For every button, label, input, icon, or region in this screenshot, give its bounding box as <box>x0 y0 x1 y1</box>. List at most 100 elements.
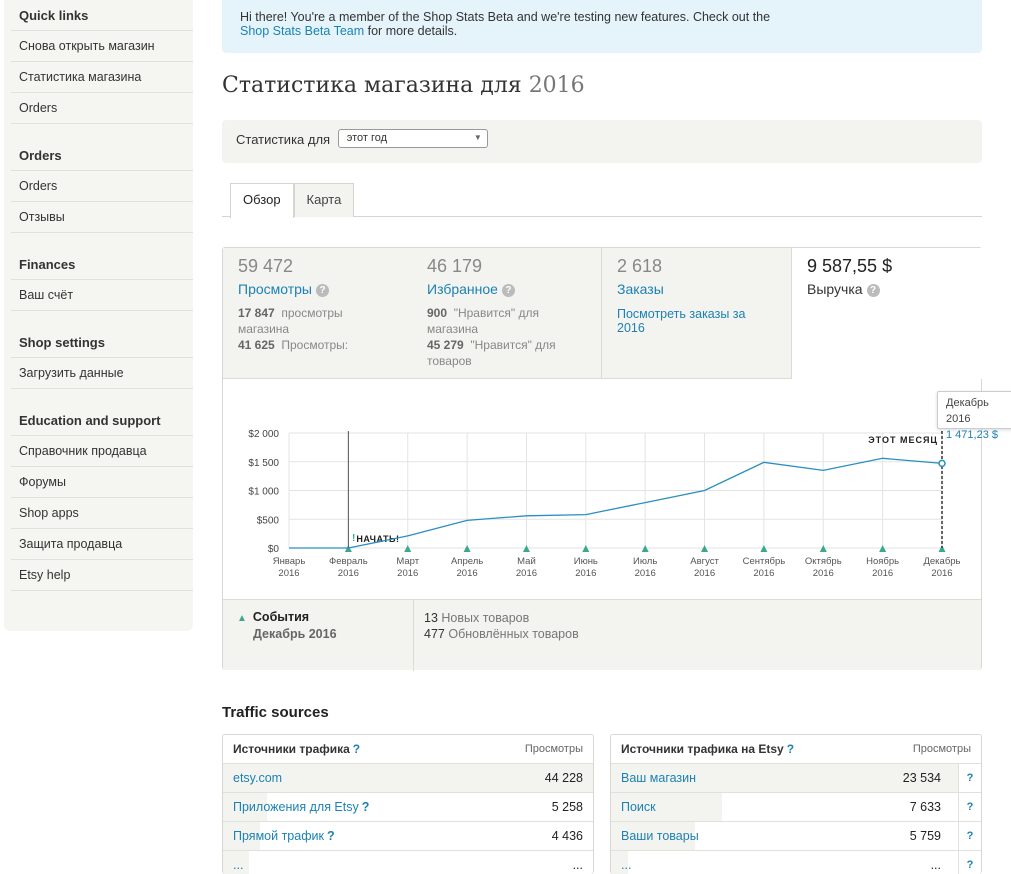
tooltip-label: Декабрь 2016 <box>946 397 989 425</box>
x-tick-year: 2016 <box>457 568 478 579</box>
x-tick-label: Январь <box>273 556 306 567</box>
sidebar-section-title: Quick links <box>11 0 193 31</box>
updated-listings-text: Обновлённых товаров <box>448 627 579 641</box>
shop-views-count: 17 847 <box>238 306 275 320</box>
main-content: Hi there! You're a member of the Shop St… <box>222 0 982 874</box>
x-tick-year: 2016 <box>397 568 418 579</box>
period-select-value: этот год <box>346 132 388 145</box>
table-header-title: Источники трафика <box>233 742 350 756</box>
table-row[interactable]: Поиск 7 633? <box>611 793 981 822</box>
sidebar-section-title: Education and support <box>11 405 193 436</box>
x-tick-year: 2016 <box>575 568 596 579</box>
row-name[interactable]: Ваш магазин <box>621 771 696 785</box>
help-icon[interactable]: ? <box>958 822 981 850</box>
new-listings-count: 13 <box>424 611 438 625</box>
row-value: 7 633 <box>909 800 941 814</box>
row-name[interactable]: ... <box>621 858 631 872</box>
revenue-chart[interactable]: $0$500$1 000$1 500$2 000Январь2016Феврал… <box>223 388 981 598</box>
help-icon[interactable]: ? <box>327 829 335 843</box>
item-favorites-count: 45 279 <box>427 338 464 352</box>
x-tick-label: Май <box>517 556 536 567</box>
banner-text-after: for more details. <box>364 24 458 38</box>
period-select[interactable]: этот год ▼ <box>337 129 488 149</box>
revenue-point <box>938 459 946 468</box>
sidebar-item[interactable]: Форумы <box>11 467 193 498</box>
help-icon[interactable]: ? <box>316 284 329 297</box>
filter-label: Статистика для <box>236 132 331 147</box>
table-column-views: Просмотры <box>524 743 583 755</box>
tooltip-value: 1 471,23 $ <box>946 429 998 441</box>
table-header: Источники трафика? Просмотры <box>223 735 593 764</box>
stats-card: 59 472 Просмотры? 17 847 просмотры магаз… <box>222 247 982 671</box>
beta-team-link[interactable]: Shop Stats Beta Team <box>240 24 364 38</box>
view-orders-link[interactable]: Посмотреть заказы за 2016 <box>617 307 746 335</box>
help-icon[interactable]: ? <box>362 800 370 814</box>
y-tick-label: $0 <box>268 544 280 555</box>
tab-overview[interactable]: Обзор <box>230 183 294 218</box>
metric-views[interactable]: 59 472 Просмотры? 17 847 просмотры магаз… <box>223 248 413 379</box>
favorites-label: Избранное <box>427 281 498 297</box>
metric-revenue[interactable]: 9 587,55 $ Выручка? <box>792 248 982 379</box>
sidebar-item[interactable]: Защита продавца <box>11 529 193 560</box>
views-value: 59 472 <box>238 256 294 276</box>
sidebar-item[interactable]: Снова открыть магазин <box>11 31 193 62</box>
sidebar-item[interactable]: Orders <box>11 93 193 124</box>
stats-tabs: Обзор Карта <box>222 183 982 218</box>
row-name[interactable]: Прямой трафик? <box>233 829 335 843</box>
help-icon[interactable]: ? <box>501 284 515 297</box>
sidebar-section-title: Orders <box>11 140 193 171</box>
row-name[interactable]: ... <box>233 858 243 872</box>
x-tick-label: Август <box>690 556 719 567</box>
x-tick-year: 2016 <box>872 568 893 579</box>
row-name[interactable]: Ваши товары <box>621 829 699 843</box>
row-value: 5 759 <box>909 829 941 843</box>
table-row[interactable]: Ваши товары 5 759? <box>611 822 981 851</box>
orders-value: 2 618 <box>617 256 663 276</box>
sidebar-item[interactable]: Справочник продавца <box>11 436 193 467</box>
table-row[interactable]: Прямой трафик? 4 436 <box>223 822 593 851</box>
row-value: 44 228 <box>544 771 583 785</box>
x-tick-label: Ноябрь <box>866 556 899 567</box>
table-header-title: Источники трафика на Etsy <box>621 742 784 756</box>
etsy-traffic-sources-table: Источники трафика на Etsy? Просмотры Ваш м… <box>610 734 982 874</box>
x-tick-label: Апрель <box>451 556 483 567</box>
favorites-value: 46 179 <box>427 256 483 276</box>
page-title-text: Статистика магазина для <box>222 73 522 98</box>
events-panel: ▲ События Декабрь 2016 13 Новых товаров 4… <box>223 599 981 671</box>
beta-banner: Hi there! You're a member of the Shop St… <box>222 0 982 53</box>
help-icon[interactable]: ? <box>866 284 880 297</box>
help-icon[interactable]: ? <box>958 793 981 821</box>
row-value: 5 258 <box>551 800 583 814</box>
row-value: 23 534 <box>902 771 941 785</box>
sidebar-item[interactable]: Shop apps <box>11 498 193 529</box>
row-name[interactable]: Поиск <box>621 800 656 814</box>
sidebar-item[interactable]: Etsy help <box>11 560 193 591</box>
new-listings-text: Новых товаров <box>441 611 530 625</box>
help-icon[interactable]: ? <box>353 742 360 756</box>
metric-orders[interactable]: 2 618 Заказы Посмотреть заказы за 2016 <box>602 248 792 379</box>
table-row[interactable]: Ваш магазин 23 534? <box>611 764 981 793</box>
x-tick-label: Октябрь <box>805 556 842 567</box>
x-tick-year: 2016 <box>278 568 299 579</box>
sidebar-item[interactable]: Статистика магазина <box>11 62 193 93</box>
page-title-year: 2016 <box>528 73 585 98</box>
sidebar-item[interactable]: Отзывы <box>11 202 193 233</box>
page-title: Статистика магазина для 2016 <box>222 73 585 98</box>
sidebar-item[interactable]: Ваш счёт <box>11 280 193 311</box>
sidebar-item[interactable]: Orders <box>11 171 193 202</box>
x-tick-year: 2016 <box>516 568 537 579</box>
chart-tooltip: Декабрь 2016 1 471,23 $ <box>937 391 1011 441</box>
x-tick-year: 2016 <box>813 568 834 579</box>
metric-favorites[interactable]: 46 179 Избранное? 900 "Нравится" для маг… <box>412 248 602 379</box>
sidebar-item[interactable]: Загрузить данные <box>11 358 193 389</box>
table-row[interactable]: Приложения для Etsy? 5 258 <box>223 793 593 822</box>
sidebar: Quick links Снова открыть магазин Статисти… <box>4 0 193 631</box>
traffic-title: Traffic sources <box>222 704 329 721</box>
x-tick-label: Декабрь <box>923 556 960 567</box>
help-icon[interactable]: ? <box>958 764 981 792</box>
row-name[interactable]: etsy.com <box>233 771 282 785</box>
help-icon[interactable]: ? <box>787 742 794 756</box>
tab-map[interactable]: Карта <box>293 183 355 217</box>
table-row[interactable]: etsy.com 44 228 <box>223 764 593 793</box>
row-name[interactable]: Приложения для Etsy? <box>233 800 369 814</box>
